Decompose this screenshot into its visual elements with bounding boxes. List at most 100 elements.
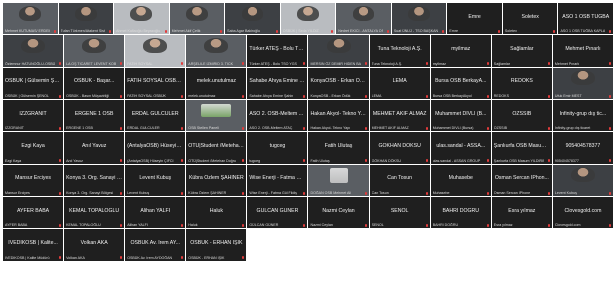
- muted-mic-icon: [241, 94, 245, 98]
- participant-tile[interactable]: Ahmet Kaltaoğlu Beyazoğlu OSB: [114, 3, 169, 35]
- participant-tile[interactable]: (AntalyaOSB) Hüseyin... (AntalyaOSB) Hüse…: [125, 132, 186, 164]
- participant-tile[interactable]: OSBÜK Av. İrem AY... OSBÜK Av. İrem AYDOĞ…: [125, 229, 186, 261]
- participant-tile[interactable]: Mehmet Akif Çelik: [169, 3, 225, 35]
- participant-tile[interactable]: Esra yılmaz Esra yılmaz: [491, 197, 552, 229]
- muted-mic-icon: [364, 126, 368, 130]
- muted-mic-icon: [58, 256, 62, 260]
- participant-tile[interactable]: Muhammet DİVLİ (B... Muhammet DİVLİ (Burs…: [430, 100, 491, 132]
- participant-tile[interactable]: OSBÜK - Başar... OSBÜK - Basın Müşavirliğ…: [64, 67, 125, 99]
- participant-tile[interactable]: OSBÜK | Gülsemin ŞEN... OSBÜK | Gülsemin …: [3, 67, 64, 99]
- participant-name: Konya 3. Org. Sanayi Bö...: [66, 175, 123, 182]
- participant-tile[interactable]: Haluk Haluk: [186, 197, 247, 229]
- participant-tile[interactable]: İZZGRANIT İZZGRANIT: [3, 100, 64, 132]
- participant-tile[interactable]: KonyaOSB - Erkan Ödü... KonyaOSB - Erkan …: [308, 67, 369, 99]
- participant-tile[interactable]: Ufuk Emir MEST: [552, 67, 613, 99]
- participant-tile[interactable]: Levent Kubuş Levent Kubuş: [125, 164, 186, 196]
- participant-tile[interactable]: FATİH SOYSAL OSBÜK... FATİH SOYSAL OSBÜK: [125, 67, 186, 99]
- participant-tile[interactable]: KEMAL TOPALOĞLU KEMAL TOPALOĞLU: [64, 197, 125, 229]
- participant-name: Hakan Akyol- Tekno Ya...: [310, 110, 367, 117]
- participant-label: Hakan Akyol- Tekno Yapı: [310, 126, 351, 131]
- participant-tile[interactable]: LEMA LEMA: [369, 67, 430, 99]
- participant-tile[interactable]: MEHMET AKİF ALMAZ MEHMET AKİF ALMAZ: [369, 100, 430, 132]
- participant-row: AYFER BABA AYFER BABA KEMAL TOPALOĞLU KEMAL…: [3, 197, 613, 229]
- participant-tile[interactable]: SENOL SENOL: [369, 197, 430, 229]
- participant-tile[interactable]: Muhasebe Muhasebe: [430, 164, 491, 196]
- participant-tile[interactable]: ASO 2. OSB-Meltem AT... ASO 2. OSB-Meltem…: [247, 100, 308, 132]
- participant-label: ASO 1 OSB TUĞBA KAPLAN: [560, 29, 605, 34]
- participant-label: BAHRİ DOĞRU: [432, 223, 459, 228]
- participant-label: Alihan YALFİ: [127, 223, 148, 228]
- participant-tile[interactable]: Infinity-grup dış tic... Infinity-grup dı…: [552, 100, 613, 132]
- participant-tile[interactable]: FATİH SOYSAL: [125, 35, 186, 67]
- participant-tile[interactable]: Tufan Türkmen/Atakent Sistem: [58, 3, 114, 35]
- participant-tile[interactable]: Türker ATEŞ - Bolu TSO... Türker ATEŞ - B…: [247, 35, 308, 67]
- participant-tile[interactable]: myilmaz myilmaz: [430, 35, 491, 67]
- participant-tile[interactable]: REDOKS REDOKS: [491, 67, 552, 99]
- participant-name: Sağlamlar: [510, 45, 534, 52]
- muted-mic-icon: [119, 94, 123, 98]
- participant-tile[interactable]: Fatih Ulutaş Fatih Ulutaş: [308, 132, 369, 164]
- participant-tile[interactable]: Volkan AKA Volkan AKA: [64, 229, 125, 261]
- participant-name: Volkan AKA: [80, 239, 108, 246]
- participant-tile[interactable]: BAHRİ DOĞRU BAHRİ DOĞRU: [430, 197, 491, 229]
- participant-tile[interactable]: Can Tosun Can Tosun: [369, 164, 430, 196]
- participant-tile[interactable]: Emre Emre: [447, 3, 502, 35]
- participant-tile[interactable]: OZSSİB OZSSİB: [491, 100, 552, 132]
- participant-tile[interactable]: LA OŞ TİCARET LEVENT KOBOZ: [64, 35, 125, 67]
- participant-tile[interactable]: ERGENE 1 OSB ERGENE 1 OSB: [64, 100, 125, 132]
- participant-tile[interactable]: OSB Stellen Paneli: [186, 100, 247, 132]
- participant-tile[interactable]: AYFER BABA AYFER BABA: [3, 197, 64, 229]
- participant-tile[interactable]: Saba Agar Bakiroğlu: [225, 3, 280, 35]
- participant-tile[interactable]: GÖKHAN DÖKSU GÖKHAN DÖKSU: [369, 132, 430, 164]
- participant-tile[interactable]: 905404578377 905404578377: [552, 132, 613, 164]
- participant-tile[interactable]: Osman Sercan İPhon... Osman Sercan İPhone: [491, 164, 552, 196]
- participant-tile[interactable]: Nedret EKİCİ - ANTALYA OSB: [336, 3, 391, 35]
- participant-tile[interactable]: Hakan Akyol- Tekno Ya... Hakan Akyol- Tek…: [308, 100, 369, 132]
- participant-tile[interactable]: Mehmet Pınarlı Mehmet Pınarlı: [552, 35, 613, 67]
- participant-tile[interactable]: ASO 1 OSB TUĞBA ASO 1 OSB TUĞBA KAPLAN: [558, 3, 613, 35]
- muted-mic-icon: [608, 29, 612, 33]
- participant-tile[interactable]: Şanlıurfa OSB Masum Y... Şanlıurfa OSB Ma…: [491, 132, 552, 164]
- participant-tile[interactable]: Mansur Erciyes Mansur Erciyes: [3, 164, 64, 196]
- participant-label: Mehmet Akif Çelik: [171, 29, 201, 34]
- participant-tile[interactable]: Kübra Özlem ŞAHİNER Kübra Özlem ŞAHİNER: [186, 164, 247, 196]
- participant-tile[interactable]: DOĞAN OSB Mehmet Ali: [308, 164, 369, 196]
- participant-tile[interactable]: ARŞELİLE IZMİRİD 3. TICK: [186, 35, 247, 67]
- participant-tile[interactable]: Bursa OSB BerkayA... Bursa OSB BerkayAkyo…: [430, 67, 491, 99]
- participant-label: Levent Kubuş: [127, 191, 150, 195]
- participant-tile[interactable]: Mehmet KUTUMAS/ ERDEM/TKDS: [3, 3, 58, 35]
- participant-name: ulas.sandal - ASSA...: [436, 142, 486, 149]
- participant-tile[interactable]: ERDAL GULCULER ERDAL GULCULER: [125, 100, 186, 132]
- participant-tile[interactable]: Alihan YALFİ Alihan YALFİ: [125, 197, 186, 229]
- participant-tile[interactable]: GÜLCAN GÜNER GÜLCAN GÜNER: [247, 197, 308, 229]
- participant-grid: Mehmet KUTUMAS/ ERDEM/TKDS Tufan Türkmen/…: [3, 3, 613, 293]
- muted-mic-icon: [364, 223, 368, 227]
- muted-mic-icon: [108, 29, 112, 33]
- participant-tile[interactable]: İVEDİKOSB | Kalite... İVEDİKOSB | Kalite …: [3, 229, 64, 261]
- participant-tile[interactable]: Levent Kubuş: [552, 164, 613, 196]
- participant-tile[interactable]: OSBÜK - ERHAN IŞIK OSBÜK - ERHAN IŞIK: [186, 229, 247, 261]
- muted-mic-icon: [425, 191, 429, 195]
- participant-label: Ufuk Emir MEST: [554, 94, 582, 98]
- participant-name: Alihan YALFİ: [140, 207, 171, 214]
- participant-tile[interactable]: melek.unutulmaz melek.unutulmaz: [186, 67, 247, 99]
- participant-tile[interactable]: Clovesgold.com Clovesgold.com: [552, 197, 613, 229]
- participant-tile[interactable]: ulas.sandal - ASSA... ulas.sandal - ASSAN…: [430, 132, 491, 164]
- participant-tile[interactable]: Konya 3. Org. Sanayi Bö... Konya 3. Org. …: [64, 164, 125, 196]
- participant-tile[interactable]: Ezgi Kaya Ezgi Kaya: [3, 132, 64, 164]
- participant-tile[interactable]: Anıl Yavuz Anıl Yavuz: [64, 132, 125, 164]
- participant-tile[interactable]: Wise Enerji - Fatma Gül... Wise Enerji - …: [247, 164, 308, 196]
- participant-name: Can Tosun: [387, 175, 412, 182]
- participant-tile[interactable]: Sağlamlar Sağlamlar: [491, 35, 552, 67]
- participant-tile[interactable]: Soletex Soletex: [502, 3, 558, 35]
- participant-tile[interactable]: OTÜ|Student /Metehan... OTÜ|Student /Mete…: [186, 132, 247, 164]
- participant-tile[interactable]: Özlemnur HATUNOĞLU-OSBÜK: [3, 35, 64, 67]
- participant-tile[interactable]: tugceg tugceg: [247, 132, 308, 164]
- participant-tile[interactable]: Sahabe Ahıya Emine Ş... Sahabe Ahıya Emin…: [247, 67, 308, 99]
- participant-tile[interactable]: OSBÜK | Seda YILDIZ: [280, 3, 336, 35]
- muted-mic-icon: [608, 126, 612, 130]
- participant-tile[interactable]: Suat ÜNLÜ - TSO BAŞKANI: [391, 3, 447, 35]
- participant-tile[interactable]: Tuna Teknoloji A.Ş. Tuna Teknoloji A.Ş.: [369, 35, 430, 67]
- participant-tile[interactable]: MERSIN ÖZ DEMİR HİDEN BAŞ MÜD: [308, 35, 369, 67]
- participant-tile[interactable]: Nazmi Ceylan Nazmi Ceylan: [308, 197, 369, 229]
